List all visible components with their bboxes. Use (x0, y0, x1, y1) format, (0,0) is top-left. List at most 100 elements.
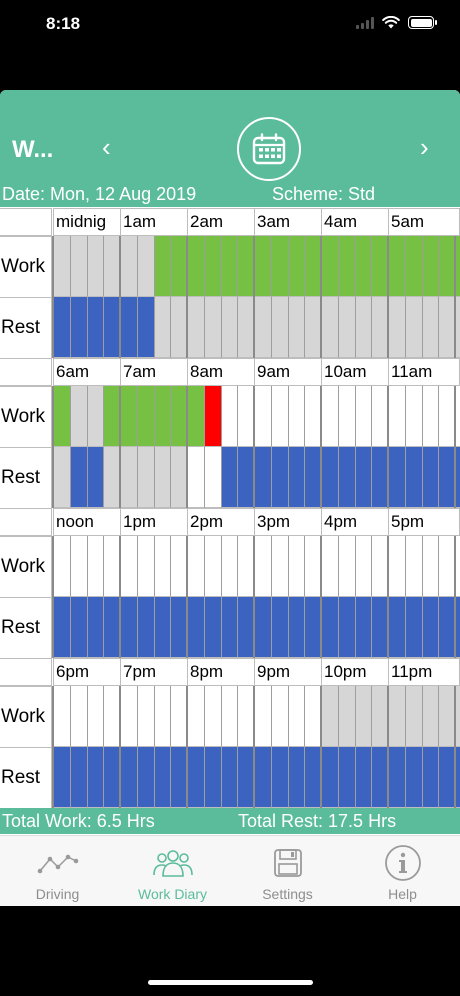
rest-quarter-cell[interactable] (136, 447, 154, 508)
rest-quarter-cell[interactable] (404, 297, 422, 358)
work-quarter-cell[interactable] (120, 386, 138, 447)
work-quarter-cell[interactable] (170, 386, 188, 447)
rest-quarter-cell[interactable] (254, 447, 272, 508)
tab-settings[interactable]: Settings (230, 836, 345, 906)
rest-quarter-cell[interactable] (270, 297, 288, 358)
rest-quarter-cell[interactable] (120, 447, 138, 508)
work-quarter-cell[interactable] (187, 686, 205, 747)
work-quarter-cell[interactable] (203, 536, 221, 597)
work-quarter-cell[interactable] (270, 236, 288, 297)
rest-quarter-cell[interactable] (170, 597, 188, 658)
rest-quarter-cell[interactable] (438, 597, 460, 658)
rest-quarter-cell[interactable] (421, 447, 439, 508)
rest-quarter-cell[interactable] (337, 297, 355, 358)
rest-quarter-cell[interactable] (86, 747, 104, 808)
rest-quarter-cell[interactable] (53, 447, 71, 508)
work-quarter-cell[interactable] (254, 536, 272, 597)
rest-quarter-cell[interactable] (203, 597, 221, 658)
work-quarter-cell[interactable] (304, 536, 322, 597)
rest-quarter-cell[interactable] (103, 297, 121, 358)
rest-quarter-cell[interactable] (86, 447, 104, 508)
work-quarter-cell[interactable] (321, 236, 339, 297)
work-quarter-cell[interactable] (337, 686, 355, 747)
rest-quarter-cell[interactable] (304, 597, 322, 658)
work-quarter-cell[interactable] (421, 686, 439, 747)
work-quarter-cell[interactable] (404, 386, 422, 447)
rest-quarter-cell[interactable] (203, 297, 221, 358)
rest-quarter-cell[interactable] (354, 597, 372, 658)
rest-quarter-cell[interactable] (421, 747, 439, 808)
rest-quarter-cell[interactable] (404, 747, 422, 808)
work-quarter-cell[interactable] (421, 236, 439, 297)
rest-quarter-cell[interactable] (170, 447, 188, 508)
work-quarter-cell[interactable] (321, 386, 339, 447)
rest-quarter-cell[interactable] (220, 297, 238, 358)
rest-quarter-cell[interactable] (337, 447, 355, 508)
work-quarter-cell[interactable] (103, 536, 121, 597)
work-quarter-cell[interactable] (187, 386, 205, 447)
rest-quarter-cell[interactable] (136, 297, 154, 358)
work-quarter-cell[interactable] (254, 386, 272, 447)
work-quarter-cell[interactable] (254, 686, 272, 747)
rest-quarter-cell[interactable] (321, 447, 339, 508)
work-quarter-cell[interactable] (304, 686, 322, 747)
tab-work-diary[interactable]: Work Diary (115, 836, 230, 906)
work-quarter-cell[interactable] (421, 536, 439, 597)
work-quarter-cell[interactable] (136, 536, 154, 597)
rest-quarter-cell[interactable] (371, 447, 389, 508)
rest-quarter-cell[interactable] (404, 597, 422, 658)
work-quarter-cell[interactable] (371, 536, 389, 597)
work-quarter-cell[interactable] (421, 386, 439, 447)
rest-quarter-cell[interactable] (203, 447, 221, 508)
work-quarter-cell[interactable] (438, 686, 460, 747)
work-quarter-cell[interactable] (438, 536, 460, 597)
work-quarter-cell[interactable] (86, 536, 104, 597)
work-quarter-cell[interactable] (354, 536, 372, 597)
rest-quarter-cell[interactable] (287, 297, 305, 358)
work-quarter-cell[interactable] (220, 386, 238, 447)
work-quarter-cell[interactable] (187, 236, 205, 297)
rest-quarter-cell[interactable] (388, 747, 406, 808)
rest-quarter-cell[interactable] (321, 747, 339, 808)
rest-quarter-cell[interactable] (103, 447, 121, 508)
rest-quarter-cell[interactable] (187, 447, 205, 508)
work-quarter-cell[interactable] (270, 536, 288, 597)
rest-quarter-cell[interactable] (287, 447, 305, 508)
rest-quarter-cell[interactable] (354, 447, 372, 508)
work-quarter-cell[interactable] (120, 536, 138, 597)
work-quarter-cell[interactable] (388, 236, 406, 297)
work-quarter-cell[interactable] (86, 236, 104, 297)
work-quarter-cell[interactable] (321, 686, 339, 747)
work-quarter-cell[interactable] (438, 386, 460, 447)
rest-quarter-cell[interactable] (187, 747, 205, 808)
rest-quarter-cell[interactable] (120, 747, 138, 808)
work-quarter-cell[interactable] (86, 386, 104, 447)
rest-quarter-cell[interactable] (388, 597, 406, 658)
work-quarter-cell[interactable] (220, 236, 238, 297)
work-quarter-cell[interactable] (287, 386, 305, 447)
work-quarter-cell[interactable] (388, 536, 406, 597)
rest-quarter-cell[interactable] (53, 297, 71, 358)
work-quarter-cell[interactable] (69, 236, 87, 297)
rest-quarter-cell[interactable] (187, 297, 205, 358)
work-quarter-cell[interactable] (203, 386, 221, 447)
rest-quarter-cell[interactable] (153, 447, 171, 508)
work-quarter-cell[interactable] (388, 686, 406, 747)
work-quarter-cell[interactable] (371, 386, 389, 447)
rest-quarter-cell[interactable] (153, 597, 171, 658)
work-quarter-cell[interactable] (153, 386, 171, 447)
rest-quarter-cell[interactable] (170, 297, 188, 358)
work-quarter-cell[interactable] (103, 236, 121, 297)
rest-quarter-cell[interactable] (304, 747, 322, 808)
work-quarter-cell[interactable] (287, 536, 305, 597)
work-quarter-cell[interactable] (254, 236, 272, 297)
work-quarter-cell[interactable] (371, 686, 389, 747)
rest-quarter-cell[interactable] (170, 747, 188, 808)
rest-quarter-cell[interactable] (86, 297, 104, 358)
rest-quarter-cell[interactable] (220, 447, 238, 508)
rest-quarter-cell[interactable] (120, 597, 138, 658)
work-quarter-cell[interactable] (153, 236, 171, 297)
rest-quarter-cell[interactable] (120, 297, 138, 358)
work-quarter-cell[interactable] (354, 236, 372, 297)
work-quarter-cell[interactable] (287, 686, 305, 747)
